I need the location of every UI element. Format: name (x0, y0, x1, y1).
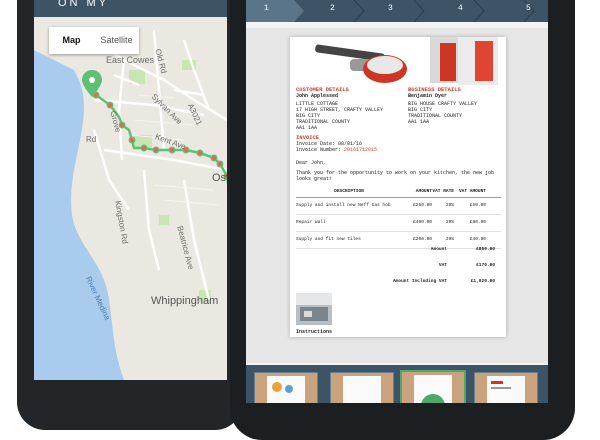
total-vat: VAT £170.00 (296, 263, 495, 268)
map-header-title: ON MY (58, 0, 110, 9)
table-row: Supply and install new Neff Gas hob £250… (296, 198, 501, 215)
map-label-whippingham: Whippingham (151, 295, 219, 307)
business-address-line: AA1 1AA (408, 119, 430, 125)
park-area (159, 215, 169, 225)
total-label: VAT (438, 263, 447, 268)
satellite-view-button[interactable]: Satellite (94, 27, 139, 54)
row-vat-rate: 20% (445, 237, 454, 242)
page-thumbnail-strip (246, 365, 548, 403)
selected-indicator-icon (421, 394, 445, 403)
total-value: £170.00 (476, 263, 495, 268)
page-thumbnail[interactable] (474, 372, 538, 403)
step-5[interactable]: 5 (488, 0, 538, 22)
page-thumbnail[interactable] (254, 372, 318, 403)
message-body: Thank you for the opportunity to work on… (296, 170, 495, 182)
row-amount: £250.00 (413, 203, 432, 208)
page-thumbnail[interactable] (330, 372, 394, 403)
row-description: Supply and install new Neff Gas hob (296, 203, 391, 208)
row-vat-rate: 20% (445, 220, 454, 225)
invoice-message: Dear John, Thank you for the opportunity… (296, 160, 500, 182)
table-row: Repair wall £400.00 20% £80.00 (296, 215, 501, 232)
total-amount: Amount £850.00 (296, 247, 495, 252)
map-label-osborne: Ost (212, 172, 227, 184)
map-screen: ON MY Map Satellite East Cowes Old Rd Sy… (34, 0, 227, 380)
row-vat-amount: £50.00 (469, 203, 486, 208)
map-type-toggle[interactable]: Map Satellite (49, 27, 139, 54)
greeting: Dear John, (296, 160, 327, 166)
step-4[interactable]: 4 (428, 0, 478, 22)
row-amount: £400.00 (413, 220, 432, 225)
step-3[interactable]: 3 (368, 0, 418, 22)
invoice-table: DESCRIPTION AMOUNT VAT RATE VAT AMOUNT S… (296, 189, 501, 249)
invoice-meta: INVOICE Invoice Date: 08/01/16 Invoice N… (296, 135, 496, 154)
page-thumbnail-selected[interactable] (400, 370, 466, 403)
row-vat-amount: £80.00 (469, 220, 486, 225)
attached-photo-thumbnail (296, 293, 332, 325)
map-label-east-cowes: East Cowes (106, 55, 155, 65)
invoice-number-line: Invoice Number: 20161712015 (296, 147, 496, 153)
row-description: Repair wall (296, 220, 326, 225)
invoice-header-image (290, 37, 506, 89)
map-header-bar: ON MY (34, 0, 227, 17)
col-amount: AMOUNT (415, 189, 432, 194)
map-view-button[interactable]: Map (49, 27, 94, 54)
col-vat-amount: VAT AMOUNT (458, 189, 486, 194)
map-label-rd: Rd (86, 135, 97, 144)
total-value: £1,020.00 (470, 279, 495, 284)
business-details: BUSINESS DETAILS Benjamin Dyer BIG HOUSE… (408, 87, 504, 126)
document-viewer[interactable]: CUSTOMER DETAILS John Applessed LITTLE C… (246, 28, 548, 363)
row-description: Supply and fit new tiles (296, 237, 361, 242)
total-value: £850.00 (476, 247, 495, 252)
business-name: Benjamin Dyer (408, 93, 448, 99)
customer-details: CUSTOMER DETAILS John Applessed LITTLE C… (296, 87, 396, 132)
customer-address-line: AA1 1AA (296, 125, 318, 131)
col-description: DESCRIPTION (334, 189, 364, 194)
invoice-document: CUSTOMER DETAILS John Applessed LITTLE C… (290, 37, 506, 337)
step-progress-bar: 1 2 3 4 5 (246, 0, 548, 22)
invoice-number-label: Invoice Number: (296, 147, 342, 153)
invoice-screen: 1 2 3 4 5 CUSTOMER DETAILS John Applesse… (246, 0, 548, 403)
customer-name: John Applessed (296, 93, 339, 99)
row-amount: £200.00 (413, 237, 432, 242)
total-label: Amount (430, 247, 447, 252)
invoice-number: 20161712015 (344, 147, 378, 153)
total-incl-vat: Amount Including VAT £1,020.00 (296, 279, 495, 284)
row-vat-rate: 20% (445, 203, 454, 208)
table-header: DESCRIPTION AMOUNT VAT RATE VAT AMOUNT (296, 189, 501, 198)
left-phone-frame: ON MY Map Satellite East Cowes Old Rd Sy… (17, 0, 243, 430)
instructions-heading: Instructions (296, 329, 333, 335)
col-vat-rate: VAT RATE (432, 189, 454, 194)
total-label: Amount Including VAT (392, 279, 447, 284)
row-vat-amount: £40.00 (469, 237, 486, 242)
